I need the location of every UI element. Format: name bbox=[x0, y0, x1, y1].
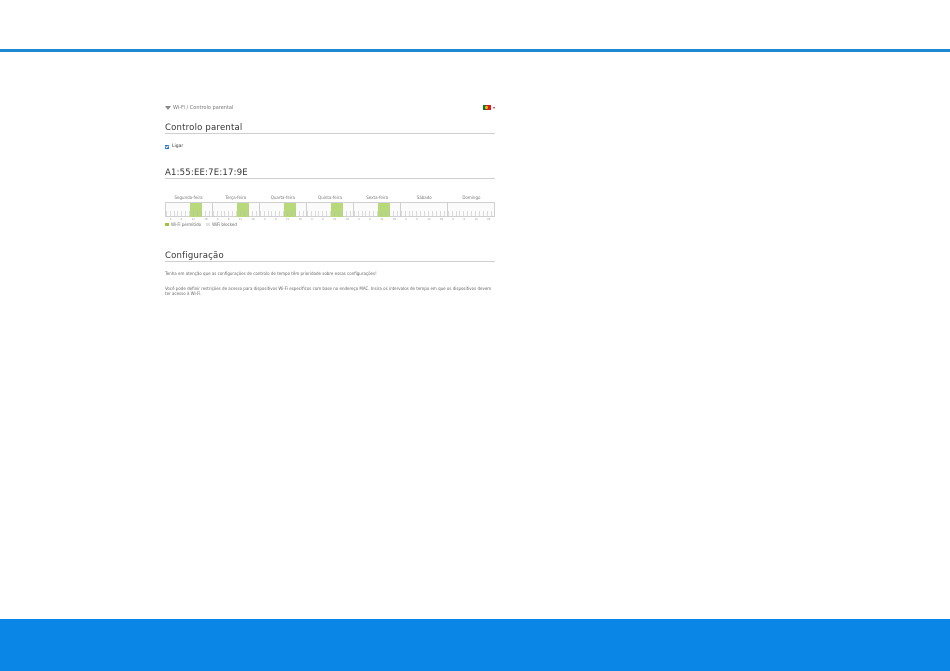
day-label: Terça-feira bbox=[225, 195, 247, 200]
language-selector[interactable] bbox=[483, 105, 495, 110]
chevron-down-icon bbox=[493, 106, 495, 109]
breadcrumb-text: Wi-Fi / Controlo parental bbox=[173, 105, 234, 111]
footer-bar bbox=[0, 619, 950, 671]
day-column-monday[interactable] bbox=[166, 203, 213, 217]
day-label: Segunda-feira bbox=[174, 195, 203, 200]
header-divider bbox=[0, 49, 950, 52]
section-divider bbox=[165, 261, 495, 262]
enable-label: Ligar bbox=[172, 144, 184, 149]
day-label: Sexta-feira bbox=[366, 195, 389, 200]
wifi-icon bbox=[165, 106, 171, 110]
enable-checkbox[interactable] bbox=[165, 144, 169, 149]
schedule-grid[interactable] bbox=[165, 202, 495, 217]
legend-blocked: WiFi blocked bbox=[212, 222, 237, 227]
configuration-title: Configuração bbox=[165, 251, 224, 261]
day-label: Sábado bbox=[416, 195, 432, 200]
portugal-flag-icon bbox=[483, 105, 491, 110]
day-column-friday[interactable] bbox=[354, 203, 401, 217]
enable-row[interactable]: Ligar bbox=[165, 144, 183, 149]
day-column-tuesday[interactable] bbox=[213, 203, 260, 217]
day-label: Domingo bbox=[462, 195, 481, 200]
blocked-swatch bbox=[206, 223, 211, 226]
schedule-legend: Wi-Fi permitido WiFi blocked bbox=[165, 222, 237, 227]
day-labels: Segunda-feira Terça-feira Quarta-feira Q… bbox=[165, 195, 495, 201]
device-mac-title: A1:55:EE:7E:17:9E bbox=[165, 168, 248, 178]
breadcrumb[interactable]: Wi-Fi / Controlo parental bbox=[165, 105, 233, 111]
day-label: Quarta-feira bbox=[270, 195, 296, 200]
breadcrumb-row: Wi-Fi / Controlo parental bbox=[165, 105, 495, 115]
section-divider bbox=[165, 178, 495, 179]
config-description: Você pode definir restrições de acesso p… bbox=[165, 286, 492, 296]
day-column-saturday[interactable] bbox=[401, 203, 448, 216]
day-column-thursday[interactable] bbox=[307, 203, 354, 217]
day-column-wednesday[interactable] bbox=[260, 203, 307, 217]
section-divider bbox=[165, 133, 495, 134]
weekly-schedule[interactable]: Segunda-feira Terça-feira Quarta-feira Q… bbox=[165, 193, 495, 221]
day-column-sunday[interactable] bbox=[448, 203, 494, 216]
day-label: Quinta-feira bbox=[318, 195, 342, 200]
allowed-swatch bbox=[165, 223, 169, 226]
legend-allowed: Wi-Fi permitido bbox=[171, 222, 202, 227]
parental-control-title: Controlo parental bbox=[165, 123, 243, 133]
config-note: Tenha em atenção que as configurações de… bbox=[165, 271, 377, 276]
